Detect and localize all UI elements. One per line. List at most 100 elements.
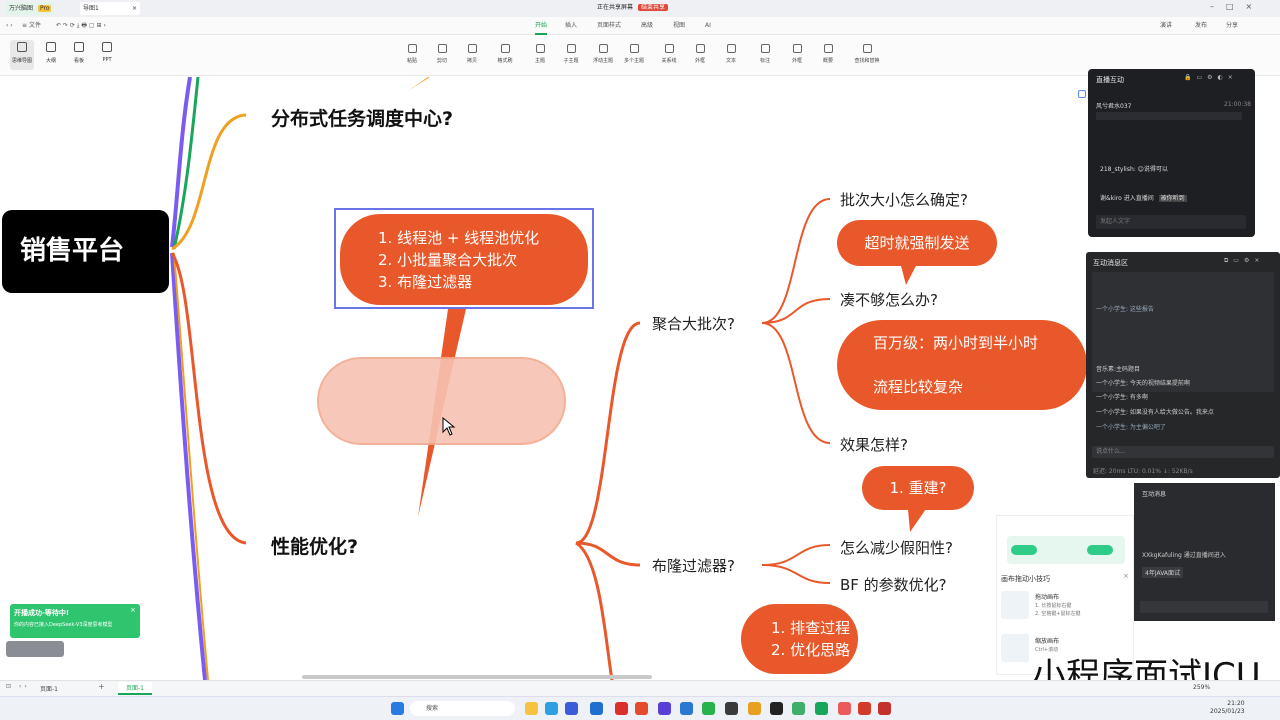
topic-icon — [535, 44, 545, 53]
stop-share-button[interactable]: 结束共享 — [637, 4, 668, 11]
callout-optimizations[interactable]: 1. 线程池 + 线程池优化 2. 小批量聚合大批次 3. 布隆过滤器 — [340, 214, 588, 305]
system-clock[interactable]: 21:20 2025/01/23 — [1210, 700, 1245, 716]
callout-steps[interactable]: 1. 排查过程 2. 优化思路 — [741, 604, 858, 674]
horizontal-scrollbar[interactable] — [302, 675, 652, 679]
floating-topic-button[interactable]: 浮动主题 — [586, 42, 620, 72]
message-area-panel: 互动消息区 ⧉▭⚙× 一个小学生: 这些报告 音乐素:主码题目 一个小学生: 今… — [1086, 252, 1280, 478]
mindmap-app-icon[interactable] — [815, 702, 828, 715]
app-icon[interactable] — [838, 702, 851, 715]
app-icon[interactable] — [635, 702, 648, 715]
notice-close-icon[interactable]: × — [130, 606, 136, 614]
topic-performance[interactable]: 性能优化? — [271, 532, 358, 559]
chat-input[interactable] — [1140, 601, 1268, 613]
frame-button[interactable]: 外框 — [780, 42, 814, 72]
message-input[interactable]: 说点什么... — [1092, 446, 1274, 458]
live-comment-input[interactable]: 发起人文字 — [1096, 215, 1246, 229]
active-page-tab[interactable]: 页面-1 — [118, 682, 152, 695]
tab-insert[interactable]: 插入 — [565, 17, 577, 35]
app-tab[interactable]: 万兴脑图 Pro — [6, 2, 55, 15]
topic-button[interactable]: 主题 — [523, 42, 557, 72]
share-button[interactable]: 分享 — [1226, 17, 1238, 35]
format-painter-button[interactable]: 格式刷 — [488, 42, 522, 72]
app-icon[interactable] — [590, 702, 603, 715]
publish-button[interactable]: 发布 — [1195, 17, 1207, 35]
start-icon[interactable] — [391, 702, 404, 715]
question-bf-params[interactable]: BF 的参数优化? — [840, 574, 947, 595]
multi-topic-button[interactable]: 多个主题 — [617, 42, 651, 72]
boundary-button[interactable]: 外框 — [683, 42, 717, 72]
close-tab-icon[interactable]: × — [132, 2, 137, 15]
explorer-icon[interactable] — [525, 702, 538, 715]
callout-timeout[interactable]: 超时就强制发送 — [837, 220, 997, 266]
page-selector[interactable]: 页面-1 — [40, 684, 58, 693]
root-topic[interactable]: 销售平台 — [2, 210, 169, 293]
app-icon[interactable] — [792, 702, 805, 715]
edge-icon[interactable] — [545, 702, 558, 715]
tab-advanced[interactable]: 高级 — [641, 17, 653, 35]
cut-button[interactable]: 剪切 — [425, 42, 459, 72]
callout-rebuild[interactable]: 1. 重建? — [862, 466, 974, 510]
find-replace-button[interactable]: 查找和替换 — [845, 42, 889, 72]
topic-distributed-scheduler[interactable]: 分布式任务调度中心? — [271, 104, 453, 131]
app-icon[interactable] — [658, 702, 671, 715]
summary-button[interactable]: 概要 — [811, 42, 845, 72]
question-effect[interactable]: 效果怎样? — [840, 434, 908, 455]
selection-frame[interactable]: 1. 线程池 + 线程池优化 2. 小批量聚合大批次 3. 布隆过滤器 — [334, 208, 594, 309]
topic-batch-aggregation[interactable]: 聚合大批次? — [652, 313, 735, 334]
question-batch-size[interactable]: 批次大小怎么确定? — [840, 189, 968, 210]
share-banner: 正在共享屏幕 结束共享 — [597, 2, 668, 14]
add-page-icon[interactable]: + — [98, 682, 105, 691]
vscode-icon[interactable] — [680, 702, 693, 715]
topic-bloom-filter[interactable]: 布隆过滤器? — [652, 555, 735, 576]
view-mindmap[interactable]: 思维导图 — [10, 40, 34, 70]
app-icon[interactable] — [878, 702, 891, 715]
message-panel-controls[interactable]: ⧉▭⚙× — [1224, 257, 1264, 265]
tips-item-title: 缩放画布 — [1035, 638, 1060, 645]
tips-close-icon[interactable]: × — [1123, 572, 1129, 580]
present-button[interactable]: 演讲 — [1160, 17, 1172, 35]
view-kanban[interactable]: 看板 — [67, 40, 91, 70]
live-panel-controls[interactable]: 🔒▭⚙◐× — [1184, 74, 1238, 81]
network-stats: 延迟: 20ms LTU: 0.01% ↓: 52KB/s — [1093, 468, 1193, 475]
callout-line: 1. 线程池 + 线程池优化 — [378, 229, 540, 247]
copy-button[interactable]: 拷贝 — [455, 42, 489, 72]
app-icon[interactable] — [748, 702, 761, 715]
callout-result[interactable]: 百万级：两小时到半小时 流程比较复杂 — [837, 320, 1087, 410]
app-icon[interactable] — [615, 702, 628, 715]
tab-page-style[interactable]: 页面样式 — [597, 17, 621, 35]
recording-chip[interactable] — [6, 641, 64, 657]
subtopic-button[interactable]: 子主题 — [554, 42, 588, 72]
file-menu[interactable]: ≡ 文件 — [22, 17, 41, 35]
live-gift-row — [1096, 112, 1242, 120]
question-not-enough[interactable]: 凑不够怎么办? — [840, 289, 938, 310]
paste-button[interactable]: 粘贴 — [395, 42, 429, 72]
app-icon[interactable] — [858, 702, 871, 715]
tab-ai[interactable]: AI — [705, 17, 711, 35]
taskbar-search[interactable]: 搜索 — [410, 701, 515, 716]
app-icon[interactable] — [565, 702, 578, 715]
view-outline[interactable]: 大纲 — [39, 40, 63, 70]
doc-tab[interactable]: 导图1 × — [80, 2, 140, 15]
app-icon[interactable] — [725, 702, 738, 715]
page-nav-icons[interactable]: ⊡ ‹› — [6, 683, 30, 690]
multi-icon — [629, 44, 639, 53]
tab-view[interactable]: 视图 — [673, 17, 685, 35]
view-ppt[interactable]: PPT — [95, 40, 119, 70]
back-icon[interactable]: ‹ › — [6, 17, 13, 35]
callout-button[interactable]: 标注 — [748, 42, 782, 72]
pro-badge: Pro — [37, 5, 52, 12]
app-name: 万兴脑图 — [9, 5, 34, 12]
expand-icon[interactable] — [1078, 90, 1086, 98]
window-controls[interactable]: –□× — [1210, 2, 1264, 11]
kanban-icon — [74, 42, 84, 52]
app-icon[interactable] — [770, 702, 783, 715]
live-enter-message: 谢&kiro 进入直播间 被你听到 — [1100, 195, 1187, 202]
text-button[interactable]: 文本 — [714, 42, 748, 72]
undo-icon[interactable]: ↶ ↷ ⟳ ⤓ 🖶 ▢ ⊞ › — [56, 17, 106, 35]
zoom-level[interactable]: 259% — [1193, 684, 1210, 691]
notice-title: 开播成功-等待中! — [14, 609, 70, 617]
wechat-icon[interactable] — [702, 702, 715, 715]
relation-button[interactable]: 关系线 — [652, 42, 686, 72]
tab-start[interactable]: 开始 — [535, 17, 548, 35]
question-false-positive[interactable]: 怎么减少假阳性? — [840, 537, 953, 558]
